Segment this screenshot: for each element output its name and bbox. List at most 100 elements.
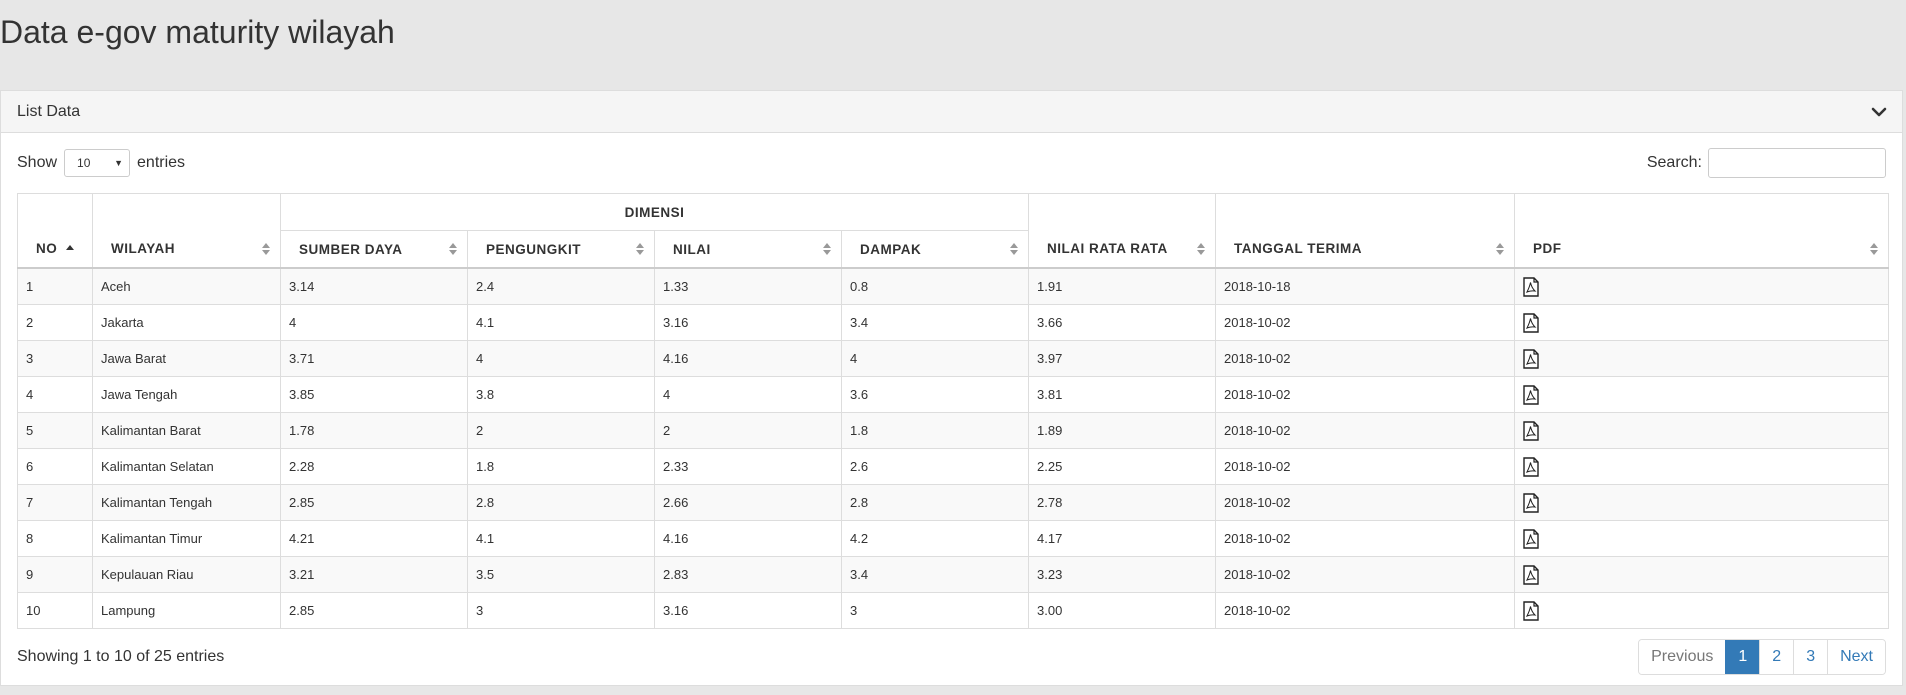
pagination: Previous 1 2 3 Next bbox=[1638, 639, 1886, 675]
pdf-file-icon[interactable] bbox=[1523, 276, 1539, 297]
show-label: Show bbox=[17, 154, 58, 171]
cell-pengungkit: 3 bbox=[467, 592, 655, 629]
cell-sumber-daya: 4.21 bbox=[280, 520, 468, 557]
cell-tanggal-terima: 2018-10-02 bbox=[1215, 556, 1516, 593]
cell-nilai-rata-rata: 1.89 bbox=[1028, 412, 1217, 449]
cell-dampak: 2.8 bbox=[840, 484, 1030, 521]
cell-dampak: 0.8 bbox=[840, 267, 1030, 305]
cell-nilai-rata-rata: 2.25 bbox=[1028, 448, 1217, 485]
cell-pdf bbox=[1514, 484, 1890, 521]
cell-nilai-rata-rata: 3.00 bbox=[1028, 592, 1217, 629]
cell-wilayah: Kalimantan Barat bbox=[92, 412, 281, 449]
sort-icon bbox=[1197, 243, 1206, 255]
column-header-no[interactable]: NO bbox=[17, 193, 93, 269]
cell-sumber-daya: 3.85 bbox=[280, 376, 468, 413]
cell-dampak: 3.4 bbox=[840, 556, 1030, 593]
cell-dampak: 3.6 bbox=[840, 376, 1030, 413]
cell-wilayah: Kalimantan Tengah bbox=[92, 484, 281, 521]
cell-no: 6 bbox=[17, 448, 93, 485]
sort-icon bbox=[823, 243, 831, 255]
cell-pdf bbox=[1514, 592, 1890, 629]
search-input[interactable] bbox=[1708, 148, 1886, 178]
column-header-tanggal-terima[interactable]: TANGGAL TERIMA bbox=[1215, 193, 1516, 269]
cell-nilai-rata-rata: 1.91 bbox=[1028, 267, 1217, 305]
page-button-2[interactable]: 2 bbox=[1759, 640, 1794, 674]
table-row: 10 Lampung 2.85 3 3.16 3 3.00 2018-10-02 bbox=[17, 592, 1890, 629]
cell-pengungkit: 3.8 bbox=[467, 376, 655, 413]
cell-nilai: 4.16 bbox=[654, 520, 842, 557]
pdf-file-icon[interactable] bbox=[1523, 600, 1539, 621]
cell-nilai: 2.83 bbox=[654, 556, 842, 593]
cell-dampak: 4.2 bbox=[840, 520, 1030, 557]
chevron-down-icon[interactable] bbox=[1870, 103, 1888, 121]
cell-sumber-daya: 3.71 bbox=[280, 340, 468, 377]
cell-sumber-daya: 2.85 bbox=[280, 592, 468, 629]
cell-tanggal-terima: 2018-10-02 bbox=[1215, 520, 1516, 557]
next-page-button[interactable]: Next bbox=[1827, 640, 1885, 674]
page-size-value: 10 bbox=[77, 156, 91, 170]
cell-pengungkit: 4.1 bbox=[467, 520, 655, 557]
pdf-file-icon[interactable] bbox=[1523, 384, 1539, 405]
cell-wilayah: Kepulauan Riau bbox=[92, 556, 281, 593]
panel-heading: List Data bbox=[1, 91, 1902, 133]
column-header-dampak[interactable]: DAMPAK bbox=[840, 230, 1030, 269]
cell-tanggal-terima: 2018-10-02 bbox=[1215, 412, 1516, 449]
list-data-panel: List Data Show 10 ▼ entries Search: NO W… bbox=[0, 90, 1903, 686]
cell-tanggal-terima: 2018-10-02 bbox=[1215, 592, 1516, 629]
pdf-file-icon[interactable] bbox=[1523, 456, 1539, 477]
column-header-nilai-rata-rata[interactable]: NILAI RATA RATA bbox=[1028, 193, 1217, 269]
search-control: Search: bbox=[1647, 148, 1886, 178]
column-header-sumber-daya[interactable]: SUMBER DAYA bbox=[280, 230, 468, 269]
cell-sumber-daya: 3.21 bbox=[280, 556, 468, 593]
table-row: 5 Kalimantan Barat 1.78 2 2 1.8 1.89 201… bbox=[17, 412, 1890, 449]
cell-no: 3 bbox=[17, 340, 93, 377]
cell-pdf bbox=[1514, 304, 1890, 341]
cell-nilai: 4.16 bbox=[654, 340, 842, 377]
pdf-file-icon[interactable] bbox=[1523, 528, 1539, 549]
cell-wilayah: Jakarta bbox=[92, 304, 281, 341]
sort-icon bbox=[1870, 243, 1879, 255]
cell-no: 9 bbox=[17, 556, 93, 593]
cell-wilayah: Aceh bbox=[92, 267, 281, 305]
cell-nilai: 3.16 bbox=[654, 592, 842, 629]
sort-icon bbox=[262, 243, 270, 255]
cell-nilai: 2 bbox=[654, 412, 842, 449]
pdf-file-icon[interactable] bbox=[1523, 420, 1539, 441]
pdf-file-icon[interactable] bbox=[1523, 564, 1539, 585]
cell-nilai-rata-rata: 4.17 bbox=[1028, 520, 1217, 557]
cell-no: 10 bbox=[17, 592, 93, 629]
previous-page-button[interactable]: Previous bbox=[1639, 640, 1726, 674]
pdf-file-icon[interactable] bbox=[1523, 312, 1539, 333]
cell-tanggal-terima: 2018-10-02 bbox=[1215, 448, 1516, 485]
data-table: NO WILAYAH DIMENSI NILAI RATA RATA TANGG… bbox=[17, 193, 1890, 629]
cell-pdf bbox=[1514, 376, 1890, 413]
cell-nilai-rata-rata: 3.23 bbox=[1028, 556, 1217, 593]
cell-tanggal-terima: 2018-10-02 bbox=[1215, 304, 1516, 341]
table-info: Showing 1 to 10 of 25 entries bbox=[17, 648, 225, 665]
column-group-dimensi: DIMENSI bbox=[279, 193, 1030, 231]
page-button-1[interactable]: 1 bbox=[1725, 640, 1760, 674]
column-header-pengungkit[interactable]: PENGUNGKIT bbox=[467, 230, 655, 269]
cell-dampak: 1.8 bbox=[840, 412, 1030, 449]
cell-pengungkit: 4 bbox=[467, 340, 655, 377]
column-header-nilai[interactable]: NILAI bbox=[654, 230, 842, 269]
page-size-select[interactable]: 10 ▼ bbox=[64, 149, 131, 177]
table-row: 1 Aceh 3.14 2.4 1.33 0.8 1.91 2018-10-18 bbox=[17, 267, 1890, 305]
column-header-pdf[interactable]: PDF bbox=[1514, 193, 1890, 269]
cell-wilayah: Jawa Barat bbox=[92, 340, 281, 377]
page-button-3[interactable]: 3 bbox=[1793, 640, 1828, 674]
table-row: 2 Jakarta 4 4.1 3.16 3.4 3.66 2018-10-02 bbox=[17, 304, 1890, 341]
cell-nilai: 3.16 bbox=[654, 304, 842, 341]
pdf-file-icon[interactable] bbox=[1523, 348, 1539, 369]
cell-pengungkit: 2.8 bbox=[467, 484, 655, 521]
cell-pengungkit: 4.1 bbox=[467, 304, 655, 341]
cell-nilai-rata-rata: 3.97 bbox=[1028, 340, 1217, 377]
cell-nilai: 2.33 bbox=[654, 448, 842, 485]
sort-icon bbox=[449, 243, 457, 255]
caret-down-icon: ▼ bbox=[114, 158, 124, 168]
column-header-wilayah[interactable]: WILAYAH bbox=[92, 193, 281, 269]
table-row: 8 Kalimantan Timur 4.21 4.1 4.16 4.2 4.1… bbox=[17, 520, 1890, 557]
cell-sumber-daya: 4 bbox=[280, 304, 468, 341]
pdf-file-icon[interactable] bbox=[1523, 492, 1539, 513]
table-row: 3 Jawa Barat 3.71 4 4.16 4 3.97 2018-10-… bbox=[17, 340, 1890, 377]
